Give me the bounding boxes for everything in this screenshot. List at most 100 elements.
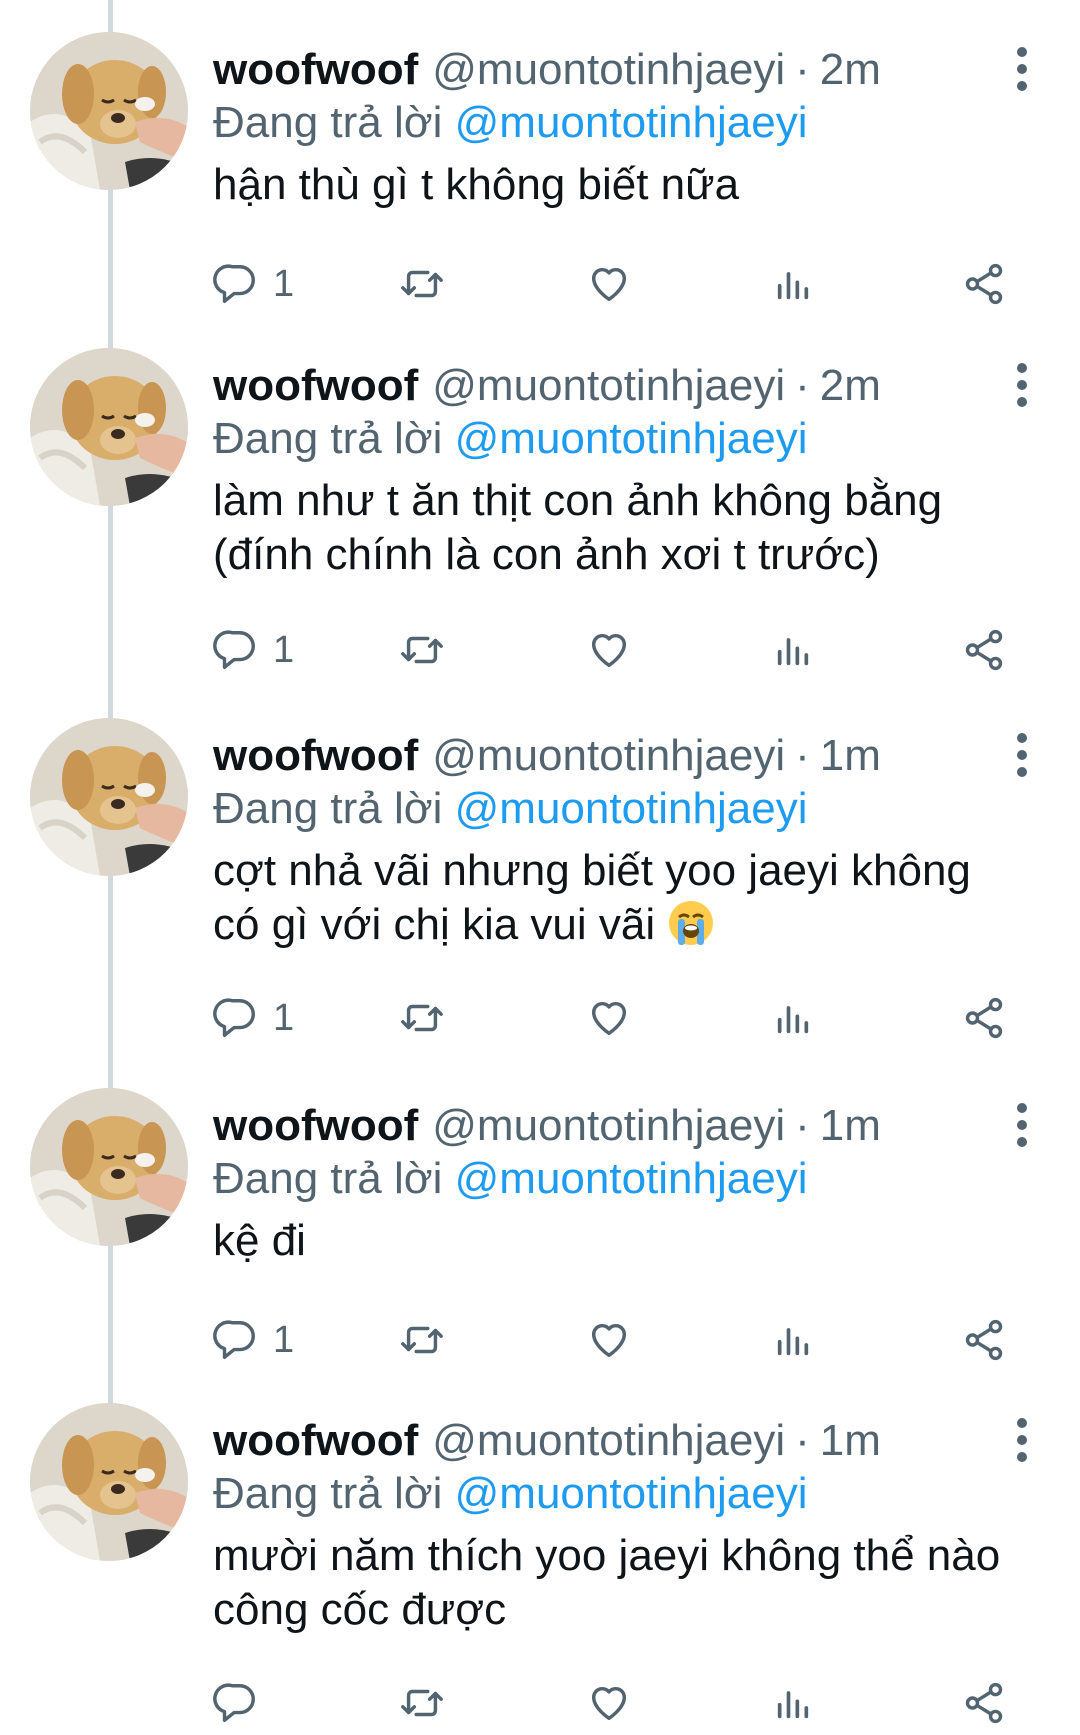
display-name[interactable]: woofwoof (213, 1096, 418, 1156)
display-name[interactable]: woofwoof (213, 1411, 418, 1471)
tweet-text: cợt nhả vãi nhưng biết yoo jaeyi không c… (213, 846, 971, 949)
view-stats-button[interactable] (773, 620, 813, 680)
avatar[interactable] (30, 1088, 188, 1246)
heart-icon (591, 267, 627, 302)
crying-emoji-icon (669, 901, 714, 945)
timestamp[interactable]: 2m (820, 40, 881, 100)
tweet-header: woofwoof @muontotinhjaeyi · 1m (213, 1096, 881, 1156)
tweet-actions: 1 (213, 988, 1023, 1048)
retweet-icon (401, 636, 443, 664)
tweet-header: woofwoof @muontotinhjaeyi · 2m (213, 356, 881, 416)
reply-count: 1 (273, 628, 295, 671)
heart-icon (591, 1001, 627, 1036)
retweet-button[interactable] (398, 254, 446, 314)
more-options-button[interactable] (1010, 1415, 1034, 1465)
replying-to-mention-link[interactable]: @muontotinhjaeyi (455, 784, 808, 833)
share-button[interactable] (961, 988, 1007, 1048)
separator-dot: · (795, 731, 810, 780)
avatar-dog-image (30, 718, 188, 876)
tweet[interactable]: woofwoof @muontotinhjaeyi · 1m Đang trả … (0, 1056, 1080, 1376)
loudly-crying-face-emoji (667, 899, 715, 960)
retweet-button[interactable] (398, 1673, 446, 1733)
replying-to-mention-link[interactable]: @muontotinhjaeyi (455, 1469, 808, 1518)
like-button[interactable] (586, 1673, 632, 1733)
user-handle[interactable]: @muontotinhjaeyi (432, 1411, 785, 1471)
reply-button[interactable]: 1 (213, 1310, 294, 1370)
reply-button[interactable]: 1 (213, 988, 294, 1048)
retweet-icon (401, 1004, 443, 1032)
share-button[interactable] (961, 620, 1007, 680)
more-options-button[interactable] (1010, 730, 1034, 780)
view-stats-button[interactable] (773, 1673, 813, 1733)
tweet-text: hận thù gì t không biết nữa (213, 160, 740, 209)
user-handle[interactable]: @muontotinhjaeyi (432, 40, 785, 100)
separator-dot: · (795, 1101, 810, 1150)
share-button[interactable] (961, 1673, 1007, 1733)
replying-to-label: Đang trả lời (213, 414, 455, 463)
view-stats-button[interactable] (773, 254, 813, 314)
display-name[interactable]: woofwoof (213, 40, 418, 100)
vertical-dots-icon (1017, 1418, 1027, 1462)
speech-bubble-icon (213, 630, 255, 669)
tweet-header: woofwoof @muontotinhjaeyi · 2m (213, 40, 881, 100)
replying-to-mention-link[interactable]: @muontotinhjaeyi (455, 98, 808, 147)
share-button[interactable] (961, 254, 1007, 314)
reply-button[interactable] (213, 1673, 273, 1733)
display-name[interactable]: woofwoof (213, 726, 418, 786)
more-options-button[interactable] (1010, 360, 1034, 410)
user-handle[interactable]: @muontotinhjaeyi (432, 356, 785, 416)
more-options-button[interactable] (1010, 44, 1034, 94)
retweet-button[interactable] (398, 620, 446, 680)
retweet-button[interactable] (398, 1310, 446, 1370)
like-button[interactable] (586, 1310, 632, 1370)
view-stats-button[interactable] (773, 988, 813, 1048)
replying-to-label: Đang trả lời (213, 784, 455, 833)
replying-to-line: Đang trả lời @muontotinhjaeyi (213, 410, 807, 468)
timestamp[interactable]: 2m (820, 356, 881, 416)
timestamp[interactable]: 1m (820, 1411, 881, 1471)
reply-count: 1 (273, 262, 295, 305)
display-name[interactable]: woofwoof (213, 356, 418, 416)
user-handle[interactable]: @muontotinhjaeyi (432, 726, 785, 786)
avatar[interactable] (30, 32, 188, 190)
reply-count: 1 (273, 996, 295, 1039)
tweet-text-block: cợt nhả vãi nhưng biết yoo jaeyi không c… (213, 844, 1043, 960)
tweet-actions (213, 1673, 1023, 1733)
replying-to-line: Đang trả lời @muontotinhjaeyi (213, 1465, 807, 1523)
avatar[interactable] (30, 348, 188, 506)
bar-chart-icon (777, 638, 809, 666)
replying-to-line: Đang trả lời @muontotinhjaeyi (213, 780, 807, 838)
replying-to-line: Đang trả lời @muontotinhjaeyi (213, 1150, 807, 1208)
tweet[interactable]: woofwoof @muontotinhjaeyi · 1m Đang trả … (0, 1371, 1080, 1735)
view-stats-button[interactable] (773, 1310, 813, 1370)
share-icon (965, 1682, 1003, 1724)
reply-button[interactable]: 1 (213, 620, 294, 680)
like-button[interactable] (586, 254, 632, 314)
replying-to-label: Đang trả lời (213, 98, 455, 147)
share-button[interactable] (961, 1310, 1007, 1370)
tweet[interactable]: woofwoof @muontotinhjaeyi · 2m Đang trả … (0, 0, 1080, 310)
replying-to-mention-link[interactable]: @muontotinhjaeyi (455, 414, 808, 463)
share-icon (965, 1319, 1003, 1361)
tweet[interactable]: woofwoof @muontotinhjaeyi · 1m Đang trả … (0, 686, 1080, 1056)
vertical-dots-icon (1017, 363, 1027, 407)
replying-to-mention-link[interactable]: @muontotinhjaeyi (455, 1154, 808, 1203)
tweet-actions: 1 (213, 1310, 1023, 1370)
retweet-button[interactable] (398, 988, 446, 1048)
share-icon (965, 629, 1003, 671)
user-handle[interactable]: @muontotinhjaeyi (432, 1096, 785, 1156)
like-button[interactable] (586, 988, 632, 1048)
avatar-dog-image (30, 348, 188, 506)
more-options-button[interactable] (1010, 1100, 1034, 1150)
tweet[interactable]: woofwoof @muontotinhjaeyi · 2m Đang trả … (0, 316, 1080, 686)
avatar[interactable] (30, 718, 188, 876)
reply-button[interactable]: 1 (213, 254, 294, 314)
like-button[interactable] (586, 620, 632, 680)
avatar-dog-image (30, 1403, 188, 1561)
retweet-icon (401, 1689, 443, 1717)
timestamp[interactable]: 1m (820, 1096, 881, 1156)
vertical-dots-icon (1017, 47, 1027, 91)
timestamp[interactable]: 1m (820, 726, 881, 786)
avatar[interactable] (30, 1403, 188, 1561)
tweet-header: woofwoof @muontotinhjaeyi · 1m (213, 726, 881, 786)
